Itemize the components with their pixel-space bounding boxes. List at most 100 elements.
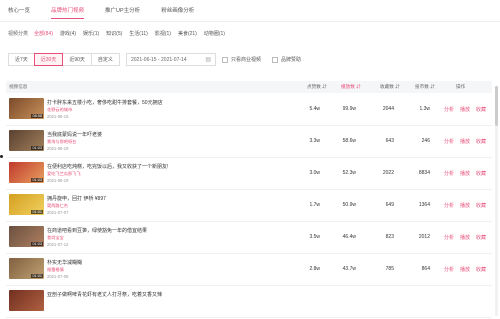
checkbox-label: 只看商业视频 [231,57,262,63]
video-thumbnail[interactable]: 08:58 [9,98,44,119]
brand-sponsor-checkbox[interactable]: 品牌赞助 [272,56,301,63]
favs-value: 823 [385,234,394,240]
table-header: 视频信息 点赞数 ⇵ 播放数 ⇵ 收藏数 ⇵ 投币数 ⇵ 操作 [6,81,492,93]
tab-divider [0,21,500,22]
video-thumbnail[interactable]: 01:03 [9,162,44,183]
favorite-link[interactable]: 收藏 [476,202,486,209]
video-title[interactable]: 在商道吧看到豆笋，绿使豁免一年的借宜结果 [47,227,147,234]
filter-option-ent[interactable]: 娱乐(1) [83,30,99,37]
sort-icon: ⇵ [356,84,361,89]
play-link[interactable]: 播放 [460,106,470,113]
likes-value: 3.3w [309,138,320,144]
play-link[interactable]: 播放 [460,170,470,177]
play-link[interactable]: 播放 [460,202,470,209]
video-thumbnail[interactable]: 01:01 [9,258,44,279]
publish-date: 2021-07-12 [47,242,69,247]
video-author[interactable]: 花野云的城市 [47,107,72,113]
filter-option-animal[interactable]: 动物圈(1) [204,30,225,37]
filter-option-knowledge[interactable]: 知识(5) [106,30,122,37]
commercial-only-checkbox[interactable]: 只看商业视频 [222,56,261,63]
table-row[interactable]: 01:01 拥丹旋申，回打 伊桥 ¥897 箴两路仁杰 2021-07-07 1.7w 5… [6,190,492,222]
analyze-link[interactable]: 分析 [444,266,454,273]
analyze-link[interactable]: 分析 [444,170,454,177]
video-title[interactable]: 打卡胖东来五楼小吃，奢侈吃甜牛排套餐，50元拥店 [47,99,163,106]
plays-value: 46.4w [342,234,356,240]
checkbox-box [222,56,228,63]
table-row[interactable]: 01:03 在便利店吃炖糕，吃完饭以后，我又收获了一个新朋友! 爱吃飞兰瓜那飞飞 20… [6,158,492,190]
duration-badge: 08:58 [31,114,43,118]
video-thumbnail[interactable]: 01:03 [9,130,44,151]
table-row[interactable]: 亚剖子做啊啤青花虾有老丈人打牙祭，吃着又香又辣 [6,286,492,318]
play-link[interactable]: 播放 [460,138,470,145]
video-title[interactable]: 亚剖子做啊啤青花虾有老丈人打牙祭，吃着又香又辣 [47,291,162,298]
filter-option-life[interactable]: 生活(11) [129,30,148,37]
plays-value: 50.9w [342,202,356,208]
col-likes[interactable]: 点赞数 ⇵ [307,84,327,90]
date-90d-button[interactable]: 近90天 [62,53,92,66]
duration-badge: 01:03 [31,242,43,246]
video-author[interactable]: 食尚宝宝 [47,235,64,241]
video-title[interactable]: 朴实无华减糊糊 [47,259,82,266]
main-tabs: 核心一览 品牌热门视频 推广UP主分析 粉丝画像分析 [8,6,215,19]
coins-value: 864 [421,266,430,272]
col-plays[interactable]: 播放数 ⇵ [341,84,361,90]
date-7d-button[interactable]: 近7天 [8,53,35,66]
favs-value: 2022 [382,170,394,176]
col-plays-label: 播放数 [341,84,355,89]
category-filter: 视频分类 全部(84) 游戏(4) 娱乐(1) 知识(5) 生活(11) 影视(… [8,30,232,37]
play-link[interactable]: 播放 [460,266,470,273]
duration-badge: 01:03 [31,146,43,150]
favs-value: 649 [385,202,394,208]
col-favs[interactable]: 收藏数 ⇵ [380,84,400,90]
video-title[interactable]: 在便利店吃炖糕，吃完饭以后，我又收获了一个新朋友! [47,163,168,170]
tab-fan-profile[interactable]: 粉丝画像分析 [161,6,194,19]
coins-value: 246 [421,138,430,144]
date-custom-button[interactable]: 自定义 [90,53,120,66]
table-row[interactable]: 08:58 打卡胖东来五楼小吃，奢侈吃甜牛排套餐，50元拥店 花野云的城市 2021-… [6,94,492,126]
likes-value: 1.7w [309,202,320,208]
plays-value: 99.9w [342,106,356,112]
favorite-link[interactable]: 收藏 [476,106,486,113]
date-30d-button[interactable]: 近30天 [33,53,64,66]
col-coins-label: 投币数 [415,84,429,89]
analyze-link[interactable]: 分析 [444,106,454,113]
filter-option-game[interactable]: 游戏(4) [60,30,76,37]
video-author[interactable]: 爱吃飞兰瓜那飞飞 [47,171,81,177]
tab-overview[interactable]: 核心一览 [8,6,30,19]
tab-brand-videos[interactable]: 品牌热门视频 [51,6,85,19]
table-row[interactable]: 01:03 在商道吧看到豆笋，绿使豁免一年的借宜结果 食尚宝宝 2021-07-12 3… [6,222,492,254]
analyze-link[interactable]: 分析 [444,202,454,209]
video-title[interactable]: 当我底蒙妈说一年吓老婆 [47,131,102,138]
analyze-link[interactable]: 分析 [444,138,454,145]
favorite-link[interactable]: 收藏 [476,138,486,145]
favorite-link[interactable]: 收藏 [476,234,486,241]
video-thumbnail[interactable]: 01:01 [9,194,44,215]
col-coins[interactable]: 投币数 ⇵ [415,84,435,90]
favorite-link[interactable]: 收藏 [476,266,486,273]
video-title[interactable]: 拥丹旋申，回打 伊桥 ¥897 [47,195,106,202]
date-range-options: 近7天 近30天 近90天 自定义 [8,53,120,66]
scrollbar[interactable] [495,86,498,316]
video-thumbnail[interactable]: 01:03 [9,226,44,247]
publish-date: 2021-06-19 [47,178,69,183]
table-row[interactable]: 01:01 朴实无华减糊糊 格雷格情 2021-07-06 2.8w 43.7w 785 86… [6,254,492,286]
video-author[interactable]: 格雷格情 [47,267,64,273]
sort-icon: ⇵ [430,84,435,89]
favorite-link[interactable]: 收藏 [476,170,486,177]
play-link[interactable]: 播放 [460,234,470,241]
filter-option-food[interactable]: 美食(21) [178,30,197,37]
scrollbar-thumb[interactable] [495,86,498,126]
video-thumbnail[interactable] [9,290,44,311]
video-author[interactable]: 景淘与那吧呀台 [47,139,76,145]
table-row[interactable]: 01:03 当我底蒙妈说一年吓老婆 景淘与那吧呀台 2021-06-19 3.3w 58.… [6,126,492,158]
analyze-link[interactable]: 分析 [444,234,454,241]
date-range-picker[interactable]: 2021-06-15 - 2021-07-14 ▤ [126,53,216,66]
filter-option-all[interactable]: 全部(84) [34,30,53,37]
coins-value: 2012 [418,234,430,240]
date-range-value: 2021-06-15 - 2021-07-14 [131,56,187,63]
video-author[interactable]: 箴两路仁杰 [47,203,68,209]
tab-up-analysis[interactable]: 推广UP主分析 [105,6,140,19]
coins-value: 1.3w [419,106,430,112]
filter-option-film[interactable]: 影视(1) [155,30,171,37]
publish-date: 2021-06-15 [47,114,69,119]
